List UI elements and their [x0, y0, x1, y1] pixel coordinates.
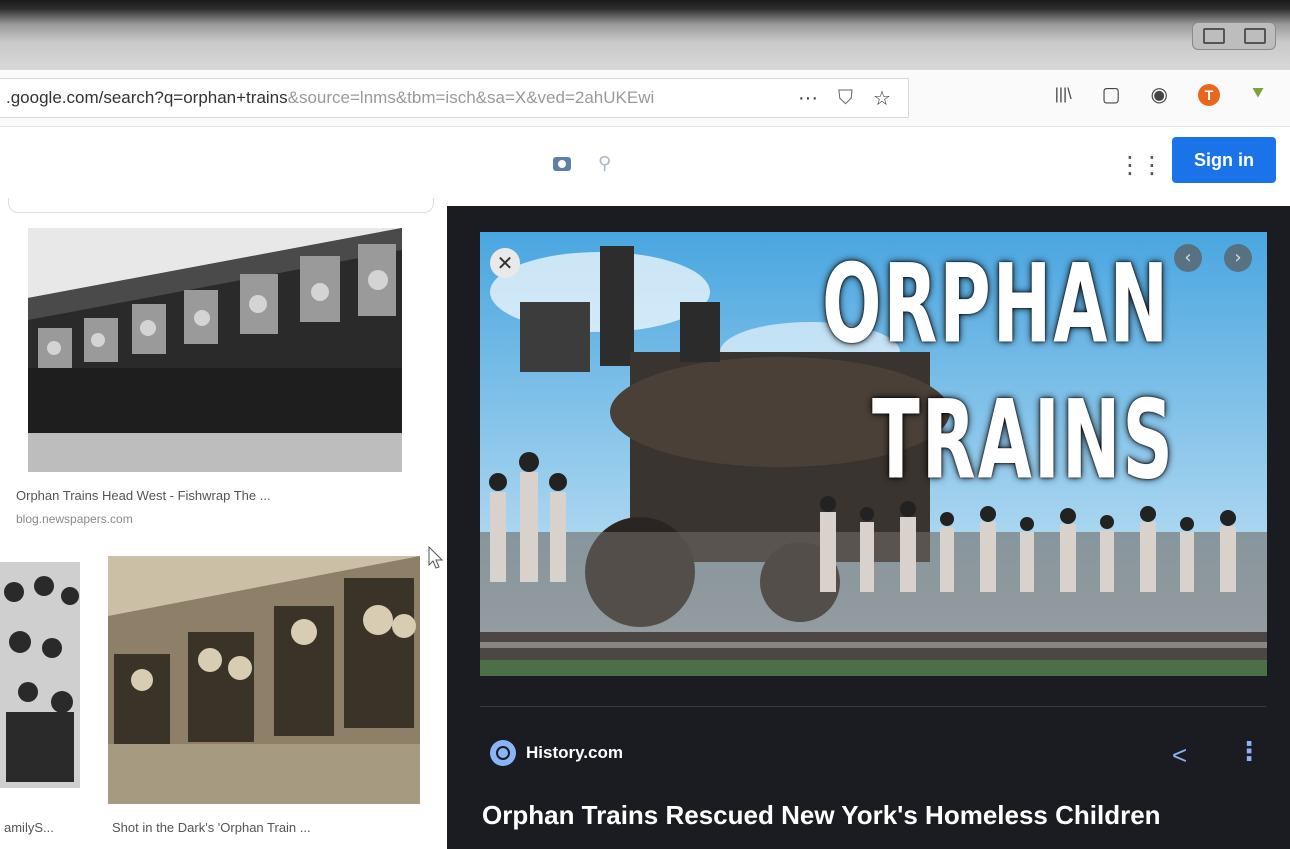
result-thumbnail[interactable]: [0, 562, 80, 788]
panel-divider: [480, 706, 1266, 707]
result-thumbnail[interactable]: [28, 228, 402, 472]
search-icon[interactable]: ⚲: [598, 153, 611, 174]
more-actions-icon[interactable]: ···: [798, 87, 818, 110]
crowd-photo-image: [0, 562, 80, 788]
result-title[interactable]: Orphan Trains Head West - Fishwrap The .…: [16, 488, 271, 503]
monitor-bezel: [0, 0, 1290, 70]
url-text[interactable]: .google.com/search?q=orphan+trains&sourc…: [0, 88, 766, 108]
train-photo-image: [28, 228, 402, 472]
sign-in-button[interactable]: Sign in: [1172, 137, 1276, 183]
children-train-window-image: [108, 556, 420, 804]
url-main: .google.com/search?q=orphan+trains: [6, 88, 288, 107]
preview-source[interactable]: History.com: [490, 740, 623, 766]
globe-icon: [490, 740, 516, 766]
account-icon[interactable]: ◉: [1151, 82, 1168, 107]
camera-search-icon[interactable]: [553, 157, 571, 171]
sidebar-icon[interactable]: ▢: [1102, 82, 1121, 107]
poster-title-line1: ORPHAN: [822, 240, 1171, 368]
extension-leaf-icon[interactable]: ⯆: [1250, 83, 1266, 106]
more-options-icon[interactable]: ⋮: [1236, 736, 1262, 767]
google-header: ⚲ ⋮⋮⋮ Sign in: [0, 127, 1290, 199]
bookmark-star-icon[interactable]: ☆: [873, 86, 891, 111]
minimize-icon[interactable]: [1202, 28, 1225, 44]
source-name[interactable]: History.com: [526, 743, 623, 763]
window-controls[interactable]: [1192, 22, 1276, 50]
next-image-button[interactable]: ›: [1224, 244, 1252, 272]
result-title[interactable]: amilyS...: [4, 820, 54, 835]
result-source: blog.newspapers.com: [16, 512, 133, 526]
extension-t-icon[interactable]: T: [1198, 83, 1220, 106]
url-params: &source=lnms&tbm=isch&sa=X&ved=2ahUKEwi: [287, 88, 655, 107]
result-title[interactable]: Shot in the Dark's 'Orphan Train ...: [112, 820, 311, 835]
pocket-icon[interactable]: ⛉: [838, 87, 853, 110]
preview-title[interactable]: Orphan Trains Rescued New York's Homeles…: [482, 800, 1161, 831]
toolbar-right-icons: |||\ ▢ ◉ T ⯆: [1055, 82, 1266, 107]
restore-icon[interactable]: [1243, 28, 1266, 44]
browser-toolbar: .google.com/search?q=orphan+trains&sourc…: [0, 70, 1290, 127]
search-box-edge: [8, 198, 434, 213]
result-thumbnail[interactable]: [108, 556, 420, 804]
url-actions: ··· ⛉ ☆: [798, 86, 891, 111]
previous-image-button[interactable]: ‹: [1174, 244, 1202, 272]
mouse-cursor-icon: [428, 546, 444, 569]
close-preview-button[interactable]: ✕: [490, 248, 520, 278]
share-icon[interactable]: <: [1172, 740, 1187, 771]
poster-title-line2: TRAINS: [872, 376, 1175, 504]
address-bar[interactable]: .google.com/search?q=orphan+trains&sourc…: [0, 78, 909, 118]
library-icon[interactable]: |||\: [1055, 86, 1072, 104]
